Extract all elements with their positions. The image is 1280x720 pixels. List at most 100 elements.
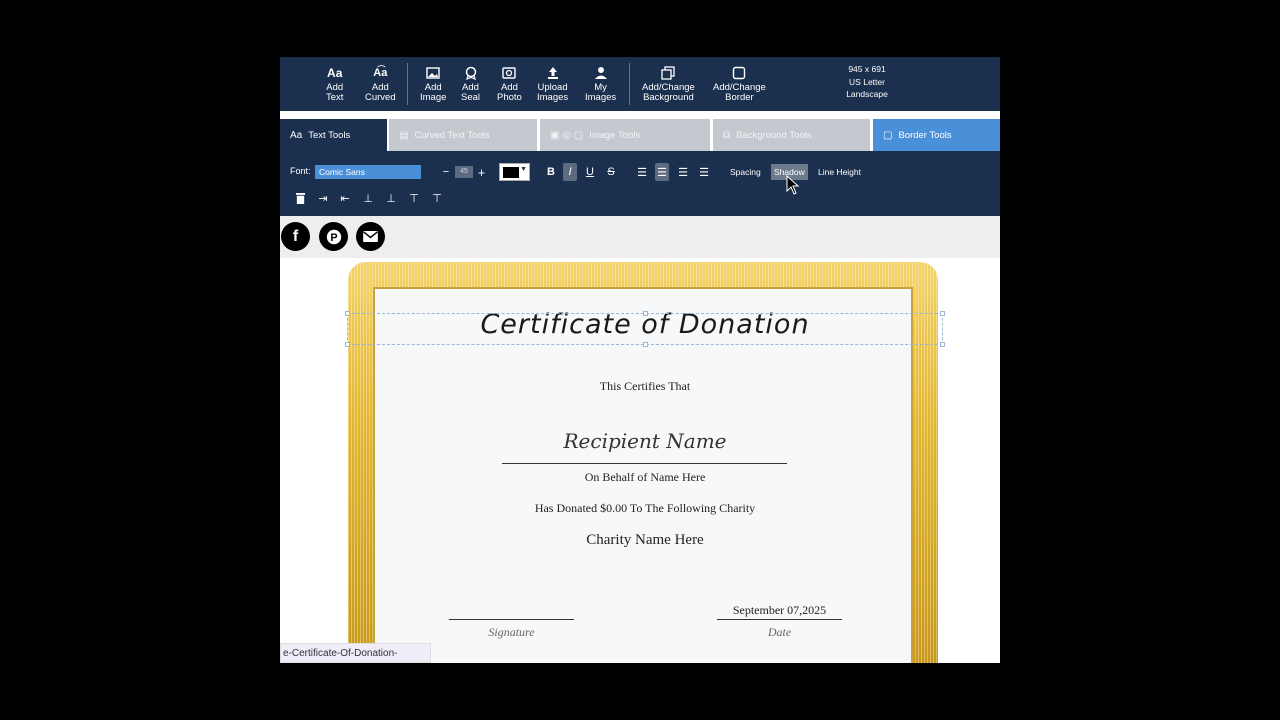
photo-icon [501, 65, 517, 81]
add-change-border-label2: Border [725, 92, 754, 103]
chevron-down-icon: ▼ [520, 166, 527, 173]
user-icon [593, 65, 609, 81]
recipient-underline [502, 463, 787, 464]
add-image-button[interactable]: Add Image [420, 65, 446, 103]
tab-curved-text-tools-label: Curved Text Tools [414, 129, 490, 141]
on-behalf-text[interactable]: On Behalf of Name Here [375, 470, 915, 485]
font-select[interactable]: Comic Sans [315, 165, 421, 179]
certificate-paper: Certificate of Donation This Certifies T… [345, 287, 945, 663]
design-canvas[interactable]: Certificate of Donation This Certifies T… [280, 258, 1000, 663]
tab-text-tools-label: Text Tools [308, 129, 351, 141]
font-aa-icon: Aa [290, 129, 303, 141]
share-bar: f P [280, 216, 1000, 258]
bring-forward-icon[interactable]: ⇥ [316, 190, 330, 206]
background-icon: ⧉ [723, 129, 731, 141]
tab-curved-text-tools[interactable]: ▤ Curved Text Tools [389, 119, 537, 151]
add-image-label2: Image [420, 92, 447, 103]
tab-image-tools-label: Image Tools [589, 129, 641, 141]
tab-border-tools-label: Border Tools [898, 129, 952, 141]
curved-text-icon: A͡a [373, 67, 388, 79]
resize-handle[interactable] [940, 342, 945, 347]
tool-tabs: Aa Text Tools ▤ Curved Text Tools ▣ ◎ ▢ … [280, 111, 1000, 151]
donated-text[interactable]: Has Donated $0.00 To The Following Chari… [375, 501, 915, 516]
main-toolbar: Aa Add Text A͡a Add Curved Add Image Add… [280, 57, 1000, 111]
upload-icon [545, 65, 561, 81]
add-photo-button[interactable]: Add Photo [497, 65, 522, 103]
add-curved-button[interactable]: A͡a Add Curved [365, 65, 396, 103]
resize-handle[interactable] [643, 342, 648, 347]
curved-text-icon: ▤ [399, 129, 409, 141]
add-curved-label2: Curved [365, 92, 396, 103]
font-size-input[interactable]: 45 [455, 166, 473, 178]
document-dimensions: 945 x 691 [848, 64, 886, 74]
tab-image-tools[interactable]: ▣ ◎ ▢ Image Tools [540, 119, 710, 151]
tab-background-tools-label: Background Tools [736, 129, 812, 141]
align-middle-icon[interactable]: ⊥ [361, 190, 375, 206]
border-icon: ▢ [883, 129, 893, 141]
mouse-cursor-icon [786, 175, 800, 195]
tab-text-tools[interactable]: Aa Text Tools [280, 119, 387, 151]
strikethrough-button[interactable]: S [604, 163, 618, 181]
font-size-decrease-button[interactable]: − [441, 164, 451, 180]
bold-button[interactable]: B [544, 163, 558, 181]
status-url-tooltip: e-Certificate-Of-Donation- [280, 643, 431, 663]
font-label: Font: [290, 166, 311, 176]
add-change-background-label2: Background [643, 92, 694, 103]
underline-button[interactable]: U [583, 163, 597, 181]
align-bottom-icon[interactable]: ⊥ [384, 190, 398, 206]
facebook-icon[interactable]: f [281, 222, 310, 251]
background-icon [660, 65, 676, 81]
selection-box [345, 311, 945, 347]
add-change-background-button[interactable]: Add/Change Background [642, 65, 695, 103]
add-text-button[interactable]: Aa Add Text [326, 65, 343, 103]
toolbar-divider [629, 63, 630, 105]
resize-handle[interactable] [345, 342, 350, 347]
spacing-button[interactable]: Spacing [727, 164, 764, 180]
add-change-border-button[interactable]: Add/Change Border [713, 65, 766, 103]
add-photo-label2: Photo [497, 92, 522, 103]
paper-size: US Letter [849, 76, 885, 87]
text-color-swatch [503, 167, 519, 178]
italic-button[interactable]: I [563, 163, 577, 181]
image-icon: ▣ ◎ ▢ [550, 129, 584, 141]
add-seal-button[interactable]: Add Seal [461, 65, 480, 103]
date-line [717, 619, 842, 620]
date-label[interactable]: Date [717, 625, 842, 640]
align-left-icon[interactable]: ☰ [635, 163, 649, 181]
pinterest-icon[interactable]: P [319, 222, 348, 251]
recipient-name[interactable]: Recipient Name [375, 429, 915, 453]
align-center-icon[interactable]: ☰ [655, 163, 669, 181]
date-value[interactable]: September 07,2025 [717, 603, 842, 618]
tab-background-tools[interactable]: ⧉ Background Tools [713, 119, 870, 151]
resize-handle[interactable] [940, 311, 945, 316]
resize-handle[interactable] [345, 311, 350, 316]
center-vertical-icon[interactable]: ⊤ [407, 190, 421, 206]
font-size-increase-button[interactable]: + [476, 164, 487, 180]
text-color-picker[interactable]: ▼ [499, 163, 530, 181]
certificate-editor: Aa Add Text A͡a Add Curved Add Image Add… [280, 57, 1000, 663]
line-height-button[interactable]: Line Height [815, 164, 864, 180]
charity-name[interactable]: Charity Name Here [375, 532, 915, 549]
document-info: 945 x 691 US Letter Landscape [840, 63, 894, 101]
signature-line [449, 619, 574, 620]
tab-border-tools[interactable]: ▢ Border Tools [873, 119, 1000, 151]
align-top-icon[interactable]: ⊤ [430, 190, 444, 206]
resize-handle[interactable] [643, 311, 648, 316]
my-images-label2: Images [585, 92, 617, 103]
align-justify-icon[interactable]: ☰ [697, 163, 711, 181]
align-right-icon[interactable]: ☰ [676, 163, 690, 181]
image-icon [425, 65, 441, 81]
toolbar-divider [407, 63, 408, 105]
signature-label[interactable]: Signature [449, 625, 574, 640]
text-tools-panel: Font: Comic Sans − 45 + ▼ B I U S ☰ ☰ ☰ … [280, 151, 1000, 216]
trash-icon[interactable] [293, 190, 307, 206]
email-icon[interactable] [356, 222, 385, 251]
certifies-text[interactable]: This Certifies That [375, 379, 915, 394]
add-seal-label2: Seal [461, 92, 481, 103]
upload-images-label2: Images [537, 92, 569, 103]
upload-images-button[interactable]: Upload Images [537, 65, 568, 103]
border-icon [731, 65, 747, 81]
add-text-label2: Text [326, 92, 344, 103]
send-backward-icon[interactable]: ⇤ [338, 190, 352, 206]
my-images-button[interactable]: My Images [585, 65, 616, 103]
